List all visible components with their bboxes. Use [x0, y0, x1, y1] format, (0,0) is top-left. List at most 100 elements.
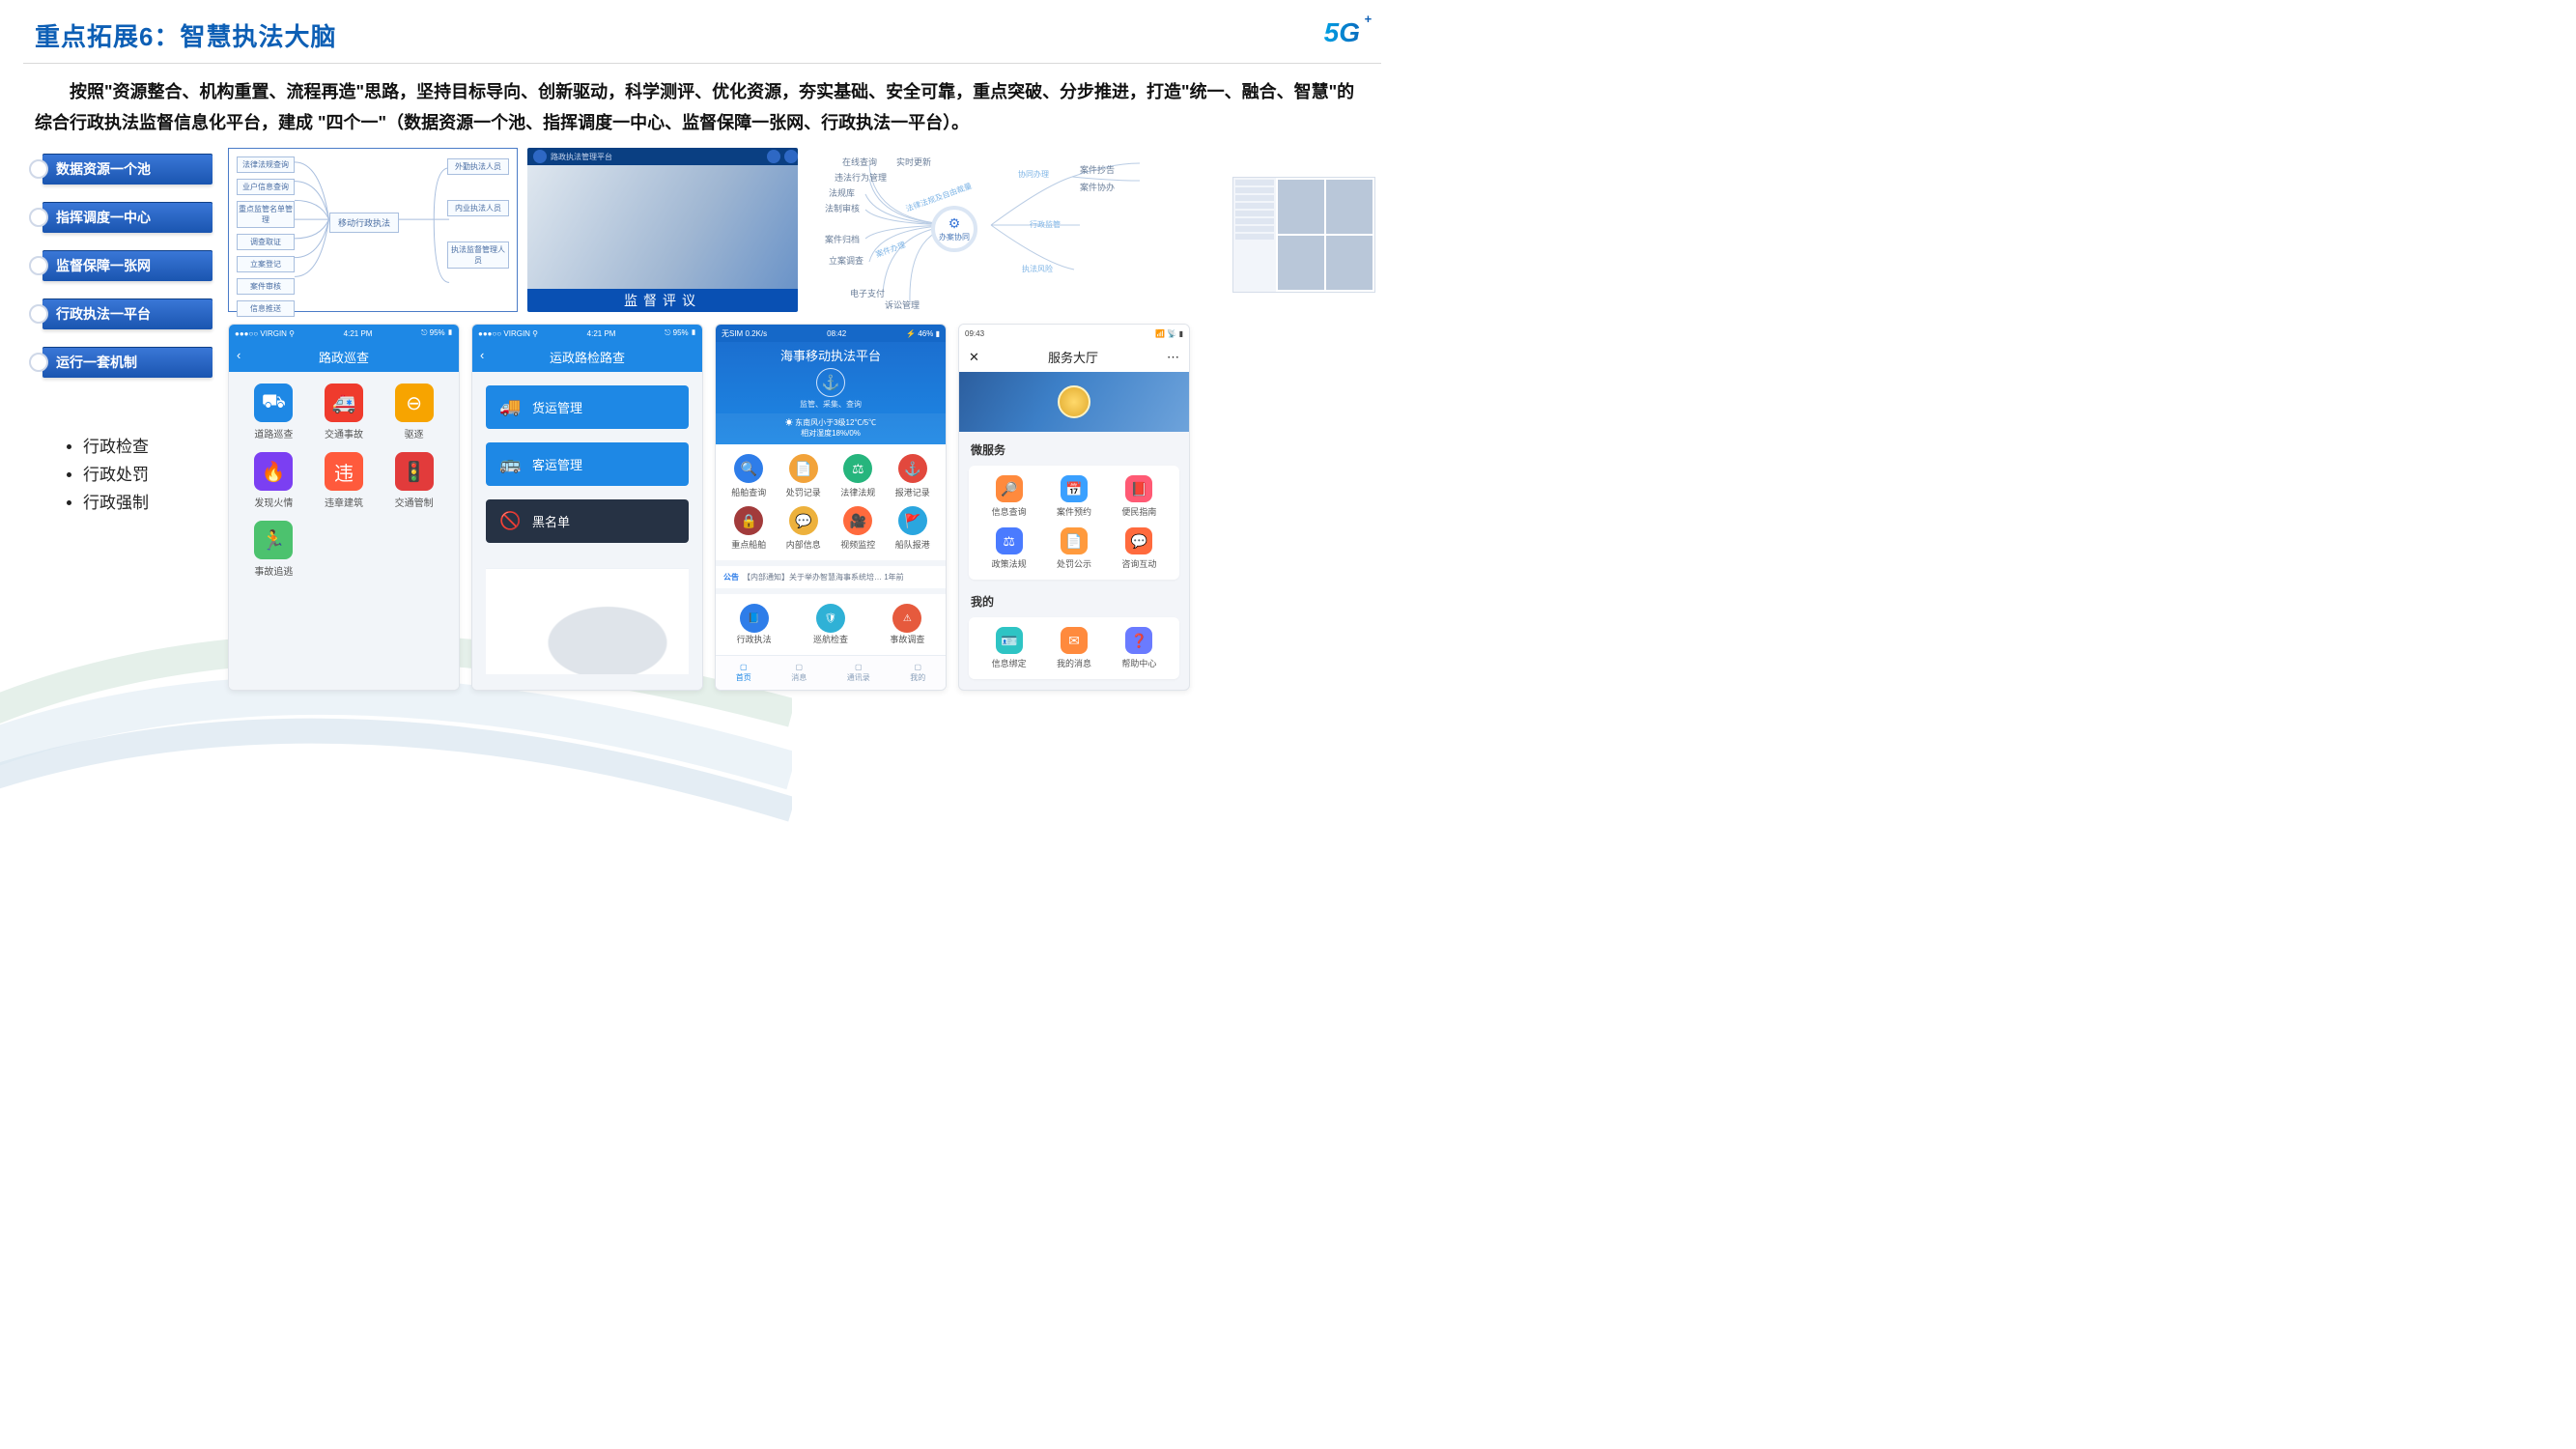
notice-banner[interactable]: 公告【内部通知】关于举办智慧海事系统培… 1年前 [716, 560, 946, 588]
phone-maritime: 无SIM 0.2K/s08:42⚡ 46% ▮ 海事移动执法平台 ⚓ 监管、采集… [715, 324, 947, 691]
phone-service-hall: 09:43📶 📡 ▮ ✕服务大厅⋯ 微服务 🔎信息查询 📅案件预约 📕便民指南 … [958, 324, 1190, 691]
p3-action-0[interactable]: 📘 行政执法 [737, 604, 772, 645]
pillar-2: 监督保障一张网 [29, 250, 212, 281]
tree-right-1: 内业执法人员 [447, 200, 509, 216]
header-divider [23, 63, 1381, 64]
back-icon[interactable]: ‹ [480, 348, 484, 362]
phone4-title: 服务大厅 [1048, 348, 1098, 366]
pillar-3: 行政执法一平台 [29, 298, 212, 329]
phone-transport-check: ●●●○○ VIRGIN ⚲4:21 PM⎋ 95% ▮ ‹运政路检路查 🚚货运… [471, 324, 703, 691]
mind-right-stem-0: 协同办理 [1018, 169, 1049, 180]
back-icon[interactable]: ‹ [237, 348, 241, 362]
mind-left-extra: 实时更新 [896, 156, 931, 168]
p3-item-4[interactable]: 🔒重点船舶 [723, 506, 775, 551]
p3-action-1[interactable]: 🛡 巡航检查 [813, 604, 848, 645]
map-caption: 监督评议 [527, 289, 798, 312]
tree-left-3: 调查取证 [237, 234, 295, 250]
bullet-0: 行政检查 [83, 434, 212, 462]
pillar-1: 指挥调度一中心 [29, 202, 212, 233]
section-mine: 我的 [959, 583, 1189, 613]
mind-right-leaf-0-1: 案件协办 [1080, 181, 1115, 193]
p4-mine-0[interactable]: 🪪信息绑定 [978, 627, 1039, 669]
phone3-title: 海事移动执法平台 [716, 342, 946, 364]
logo-5g: 5G [1324, 17, 1370, 48]
tree-center-node: 移动行政执法 [329, 213, 399, 233]
mind-right-stem-2: 执法风险 [1022, 264, 1053, 274]
p3-item-5[interactable]: 💬内部信息 [778, 506, 830, 551]
p3-action-2[interactable]: ⚠ 事故调查 [890, 604, 924, 645]
mind-left-0: 在线查询 [842, 156, 877, 168]
anchor-icon: ⚓ [816, 368, 845, 397]
p4-item-3[interactable]: ⚖政策法规 [978, 527, 1039, 570]
tree-right-0: 外勤执法人员 [447, 158, 509, 175]
p4-item-5[interactable]: 💬咨询互动 [1109, 527, 1170, 570]
p4-mine-2[interactable]: ❓帮助中心 [1109, 627, 1170, 669]
mind-left-1: 违法行为管理 [835, 171, 887, 184]
tree-left-0: 法律法规查询 [237, 156, 295, 173]
tree-left-5: 案件审核 [237, 278, 295, 295]
mind-left-6: 电子支付 [850, 287, 885, 299]
p1-item-5[interactable]: 🚦交通管制 [382, 452, 445, 509]
bullet-2: 行政强制 [83, 490, 212, 518]
p1-item-1[interactable]: 🚑交通事故 [313, 384, 376, 440]
tree-right-2: 执法监督管理人员 [447, 242, 509, 269]
section-microservice: 微服务 [959, 432, 1189, 462]
mind-right-leaf-0-0: 案件抄告 [1080, 163, 1115, 176]
phone3-subtitle: 监管、采集、查询 [716, 399, 946, 413]
map-title: 路政执法管理平台 [551, 152, 612, 162]
close-icon[interactable]: ✕ [969, 350, 979, 365]
mind-left-7: 诉讼管理 [885, 298, 920, 311]
p3-item-2[interactable]: ⚖法律法规 [833, 454, 884, 498]
tree-left-4: 立案登记 [237, 256, 295, 272]
tree-left-2: 重点监管名单管理 [237, 201, 295, 228]
workflow-tree: 法律法规查询业户信息查询重点监管名单管理调查取证立案登记案件审核信息推送 移动行… [228, 148, 518, 312]
mind-left-5: 立案调查 [829, 254, 863, 267]
bullet-1: 行政处罚 [83, 462, 212, 490]
p3-item-1[interactable]: 📄处罚记录 [778, 454, 830, 498]
p4-item-2[interactable]: 📕便民指南 [1109, 475, 1170, 518]
p1-item-0[interactable]: ⛟道路巡查 [242, 384, 305, 440]
service-banner [959, 372, 1189, 432]
p2-row-2[interactable]: 🚫黑名单 [486, 499, 689, 543]
mind-right-stem-1: 行政监管 [1030, 219, 1061, 230]
p1-item-3[interactable]: 🔥发现火情 [242, 452, 305, 509]
mind-left-3: 法制审核 [825, 202, 860, 214]
p3-item-3[interactable]: ⚓报港记录 [888, 454, 939, 498]
p3-item-6[interactable]: 🎥视频监控 [833, 506, 884, 551]
mindmap: ⚙ 办案协同 案件办理 法律法规及自由裁量 在线查询违法行为管理法规库法制审核案… [807, 148, 1375, 312]
p1-item-6[interactable]: 🏃事故追逃 [242, 521, 305, 578]
slide-title: 重点拓展6：智慧执法大脑 [35, 17, 336, 53]
p4-item-4[interactable]: 📄处罚公示 [1043, 527, 1104, 570]
intro-paragraph: 按照"资源整合、机构重置、流程再造"思路，坚持目标导向、创新驱动，科学测评、优化… [0, 75, 1404, 148]
badge-icon [1058, 385, 1090, 418]
tree-left-6: 信息推送 [237, 300, 295, 317]
mind-hub: ⚙ 办案协同 [931, 206, 977, 252]
p3-tab-1[interactable]: ▢消息 [791, 663, 807, 683]
phone1-title: 路政巡查 [319, 351, 369, 365]
bullet-list: 行政检查行政处罚行政强制 [29, 434, 212, 518]
pillar-0: 数据资源一个池 [29, 154, 212, 185]
p3-item-7[interactable]: 🚩船队报港 [888, 506, 939, 551]
map-preview: 路政执法管理平台 监督评议 [527, 148, 798, 312]
mind-left-4: 案件归档 [825, 233, 860, 245]
p3-tab-3[interactable]: ▢我的 [910, 663, 925, 683]
p3-item-0[interactable]: 🔍船舶查询 [723, 454, 775, 498]
phone-road-patrol: ●●●○○ VIRGIN ⚲4:21 PM⎋ 95% ▮ ‹路政巡查 ⛟道路巡查… [228, 324, 460, 691]
pillar-4: 运行一套机制 [29, 347, 212, 378]
p2-row-1[interactable]: 🚌客运管理 [486, 442, 689, 486]
p2-row-0[interactable]: 🚚货运管理 [486, 385, 689, 429]
p1-item-4[interactable]: 违违章建筑 [313, 452, 376, 509]
p3-tab-0[interactable]: ▢首页 [736, 663, 751, 683]
mind-left-2: 法规库 [829, 186, 855, 199]
transport-illustration [486, 568, 689, 674]
tree-left-1: 业户信息查询 [237, 179, 295, 195]
pillar-list: 数据资源一个池 指挥调度一中心 监督保障一张网 行政执法一平台 运行一套机制 [29, 148, 212, 378]
phone2-title: 运政路检路查 [550, 351, 625, 365]
p3-tab-2[interactable]: ▢通讯录 [847, 663, 870, 683]
more-icon[interactable]: ⋯ [1167, 350, 1179, 365]
p1-item-2[interactable]: ⊖驱逐 [382, 384, 445, 440]
p4-item-1[interactable]: 📅案件预约 [1043, 475, 1104, 518]
p4-item-0[interactable]: 🔎信息查询 [978, 475, 1039, 518]
p4-mine-1[interactable]: ✉我的消息 [1043, 627, 1104, 669]
mind-thumbnail [1232, 177, 1375, 293]
